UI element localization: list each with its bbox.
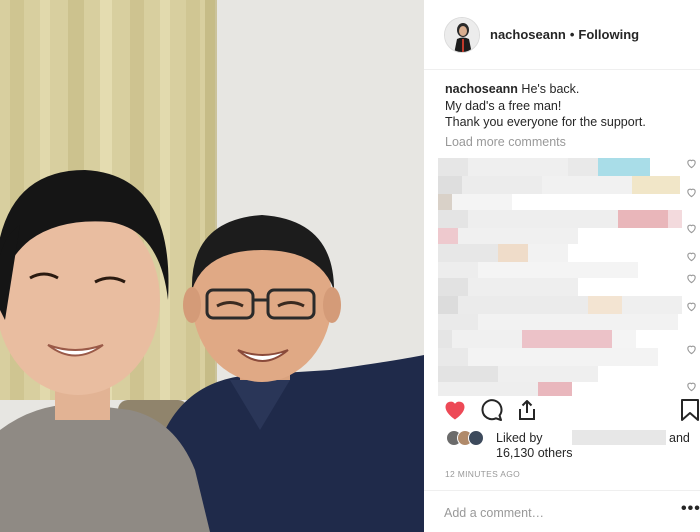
post-photo-image: [0, 0, 424, 532]
post-header: nachoseann • Following: [424, 0, 700, 70]
liked-and-label: and: [669, 431, 690, 445]
user-avatar[interactable]: [444, 16, 480, 53]
comment-list: [438, 156, 700, 396]
post-photo[interactable]: [0, 0, 424, 532]
liker-avatar: [468, 430, 484, 446]
caption-line-3: Thank you everyone for the support.: [445, 115, 646, 129]
comment-like-icon[interactable]: [686, 251, 697, 262]
comment-like-icon[interactable]: [686, 381, 697, 392]
caption-username[interactable]: nachoseann: [445, 82, 518, 96]
redacted-username: [572, 430, 666, 445]
comment-like-icon[interactable]: [686, 187, 697, 198]
bookmark-icon[interactable]: [679, 398, 700, 424]
liked-by-label: Liked by: [496, 431, 543, 445]
more-options-icon[interactable]: •••: [681, 500, 700, 518]
share-icon[interactable]: [515, 398, 541, 424]
header-username[interactable]: nachoseann: [490, 27, 566, 42]
liker-avatars[interactable]: [446, 430, 490, 446]
following-button[interactable]: Following: [578, 27, 639, 42]
comment-like-icon[interactable]: [686, 344, 697, 355]
likes-summary: Liked by and 16,130 others: [444, 430, 700, 462]
add-comment-section: •••: [424, 490, 700, 532]
post-details-panel: nachoseann • Following nachoseann He's b…: [424, 0, 700, 532]
likes-count[interactable]: 16,130 others: [496, 446, 572, 460]
load-more-comments-link[interactable]: Load more comments: [445, 135, 566, 149]
header-separator: •: [569, 27, 575, 42]
comment-like-icon[interactable]: [686, 223, 697, 234]
comment-like-icon[interactable]: [686, 273, 697, 284]
caption-line-1: He's back.: [521, 82, 580, 96]
heart-filled-icon[interactable]: [443, 398, 469, 424]
post-timestamp[interactable]: 12 MINUTES AGO: [445, 469, 520, 479]
comment-like-icon[interactable]: [686, 158, 697, 169]
comment-like-icon[interactable]: [686, 301, 697, 312]
caption-line-2: My dad's a free man!: [445, 98, 562, 113]
speech-bubble-icon[interactable]: [479, 398, 505, 424]
post-caption: nachoseann He's back. My dad's a free ma…: [445, 81, 685, 131]
post-action-bar: [424, 398, 700, 426]
add-comment-input[interactable]: [444, 503, 644, 523]
